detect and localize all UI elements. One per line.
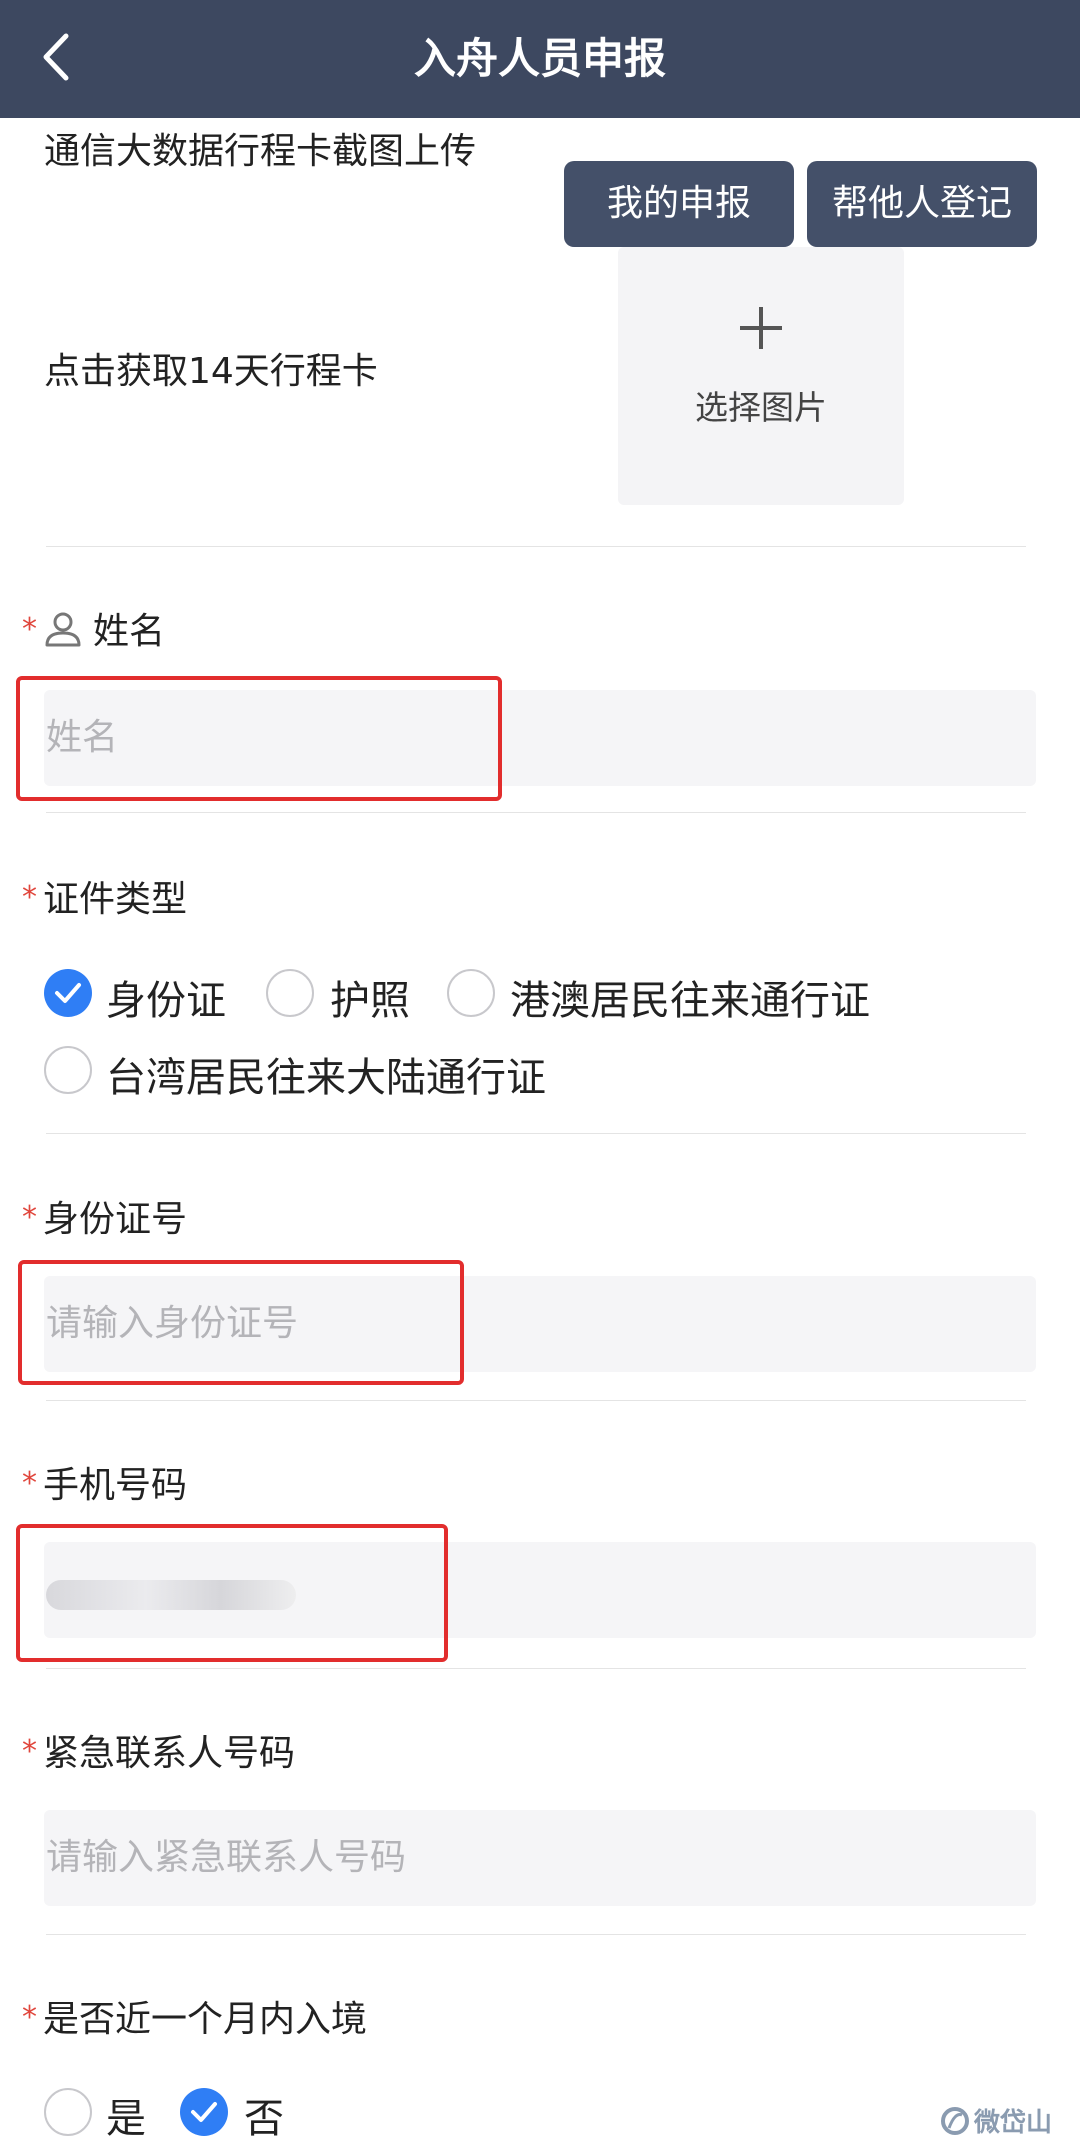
highlight-annotation xyxy=(18,1260,464,1385)
emergency-contact-label-text: 紧急联系人号码 xyxy=(43,1733,296,1774)
phone-label-text: 手机号码 xyxy=(43,1465,188,1506)
radio-entry-no[interactable] xyxy=(180,2088,228,2136)
id-type-label: * 证件类型 xyxy=(22,870,187,922)
radio-entry-yes-label[interactable]: 是 xyxy=(106,2086,146,2144)
emergency-contact-input[interactable]: 请输入紧急联系人号码 xyxy=(44,1810,1036,1906)
name-label: * 姓名 xyxy=(22,602,165,654)
phone-label: * 手机号码 xyxy=(22,1456,187,1508)
highlight-annotation xyxy=(16,676,502,801)
radio-taiwan-permit-label[interactable]: 台湾居民往来大陆通行证 xyxy=(106,1045,546,1103)
watermark-text: 微岱山 xyxy=(974,2108,1053,2138)
required-mark: * xyxy=(22,1200,37,1235)
required-mark: * xyxy=(22,880,37,915)
radio-entry-yes[interactable] xyxy=(44,2088,92,2136)
divider xyxy=(46,1133,1026,1134)
radio-entry-no-label[interactable]: 否 xyxy=(244,2086,284,2144)
radio-passport-label[interactable]: 护照 xyxy=(330,968,410,1026)
radio-id-card-label[interactable]: 身份证 xyxy=(106,968,226,1026)
required-mark: * xyxy=(22,1466,37,1501)
divider xyxy=(46,1934,1026,1935)
radio-taiwan-permit[interactable] xyxy=(44,1046,92,1094)
recent-entry-label-text: 是否近一个月内入境 xyxy=(43,1999,368,2040)
divider xyxy=(46,1668,1026,1669)
highlight-annotation xyxy=(16,1524,448,1662)
emergency-contact-label: * 紧急联系人号码 xyxy=(22,1724,295,1776)
my-report-button[interactable]: 我的申报 xyxy=(564,161,794,247)
divider xyxy=(46,546,1026,547)
plus-icon xyxy=(740,307,782,349)
radio-hk-macao-permit-label[interactable]: 港澳居民往来通行证 xyxy=(510,968,870,1026)
required-mark: * xyxy=(22,2000,37,2035)
check-icon xyxy=(191,2102,217,2122)
id-number-label: * 身份证号 xyxy=(22,1190,187,1242)
id-type-label-text: 证件类型 xyxy=(43,879,188,920)
required-mark: * xyxy=(22,612,37,647)
recent-entry-label: * 是否近一个月内入境 xyxy=(22,1990,367,2042)
divider xyxy=(46,812,1026,813)
check-icon xyxy=(55,983,81,1003)
person-icon xyxy=(45,612,81,647)
image-picker[interactable]: 选择图片 xyxy=(618,247,904,505)
fetch-travel-card-link[interactable]: 点击获取14天行程卡 xyxy=(44,342,378,394)
image-picker-label: 选择图片 xyxy=(695,388,827,427)
required-mark: * xyxy=(22,1734,37,1769)
register-others-button[interactable]: 帮他人登记 xyxy=(807,161,1037,247)
name-label-text: 姓名 xyxy=(93,611,166,652)
emergency-contact-placeholder: 请输入紧急联系人号码 xyxy=(46,1837,407,1878)
radio-hk-macao-permit[interactable] xyxy=(447,969,495,1017)
divider xyxy=(46,1400,1026,1401)
page-title: 入舟人员申报 xyxy=(413,34,666,83)
app-header: 入舟人员申报 xyxy=(0,0,1080,118)
upload-label: 通信大数据行程卡截图上传 xyxy=(44,131,477,172)
radio-passport[interactable] xyxy=(266,969,314,1017)
watermark-logo-icon xyxy=(941,2107,969,2135)
id-number-label-text: 身份证号 xyxy=(43,1199,188,1240)
radio-id-card[interactable] xyxy=(44,969,92,1017)
watermark: 微岱山 xyxy=(940,2100,1060,2140)
